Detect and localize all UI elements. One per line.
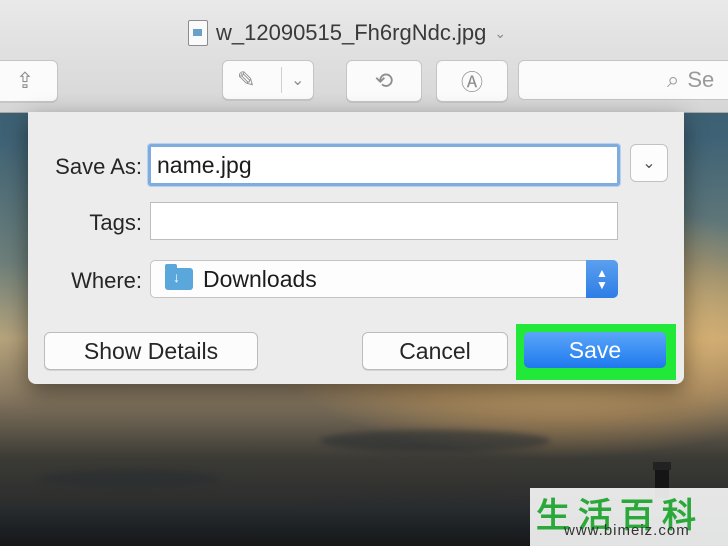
watermark-url: www.bimeiz.com bbox=[564, 522, 690, 539]
cloud bbox=[320, 430, 550, 452]
chevron-down-icon: ⌄ bbox=[494, 24, 507, 41]
chevron-down-icon: ⌄ bbox=[642, 155, 656, 172]
search-icon: ⌕ bbox=[667, 67, 680, 92]
show-details-button[interactable]: Show Details bbox=[44, 332, 258, 370]
window-title-text: w_12090515_Fh6rgNdc.jpg bbox=[216, 20, 487, 45]
save-as-field[interactable]: name.jpg bbox=[148, 144, 620, 186]
save-as-label: Save As: bbox=[55, 154, 142, 179]
share-icon: ⇪ bbox=[15, 68, 35, 93]
watermark: 生活百科 www.bimeiz.com bbox=[530, 488, 728, 546]
pen-circle-icon: Ⓐ bbox=[460, 70, 483, 95]
pen-icon: ✎ bbox=[237, 67, 256, 92]
search-field[interactable]: ⌕ Se bbox=[518, 60, 728, 100]
where-label: Where: bbox=[71, 268, 142, 293]
expand-dialog-button[interactable]: ⌄ bbox=[630, 144, 668, 182]
search-placeholder: Se bbox=[687, 67, 715, 92]
downloads-folder-icon bbox=[165, 264, 193, 290]
divider bbox=[281, 67, 282, 93]
tags-field[interactable] bbox=[150, 202, 618, 240]
save-as-value: name.jpg bbox=[157, 151, 252, 178]
window-titlebar: w_12090515_Fh6rgNdc.jpg ⌄ ⇪ ✎ ⌄ ⟲ Ⓐ ⌕ Se bbox=[0, 0, 728, 113]
where-value: Downloads bbox=[203, 265, 317, 292]
cancel-button[interactable]: Cancel bbox=[362, 332, 508, 370]
save-button[interactable]: Save bbox=[524, 332, 666, 368]
cloud bbox=[40, 470, 220, 488]
save-dialog: Save As: name.jpg ⌄ Tags: Where: Downloa… bbox=[28, 112, 684, 384]
share-button[interactable]: ⇪ bbox=[0, 60, 58, 102]
popup-stepper-icon: ▲ ▼ bbox=[586, 260, 618, 298]
rotate-icon: ⟲ bbox=[374, 68, 394, 93]
markup-toolbar-button[interactable]: Ⓐ bbox=[436, 60, 508, 102]
markup-button[interactable]: ✎ ⌄ bbox=[222, 60, 314, 100]
window-title[interactable]: w_12090515_Fh6rgNdc.jpg ⌄ bbox=[188, 18, 506, 48]
rotate-button[interactable]: ⟲ bbox=[346, 60, 422, 102]
document-icon bbox=[188, 20, 208, 46]
where-popup[interactable]: Downloads ▲▼ bbox=[150, 260, 618, 298]
chevron-down-icon: ⌄ bbox=[291, 72, 305, 89]
tags-label: Tags: bbox=[89, 210, 142, 235]
